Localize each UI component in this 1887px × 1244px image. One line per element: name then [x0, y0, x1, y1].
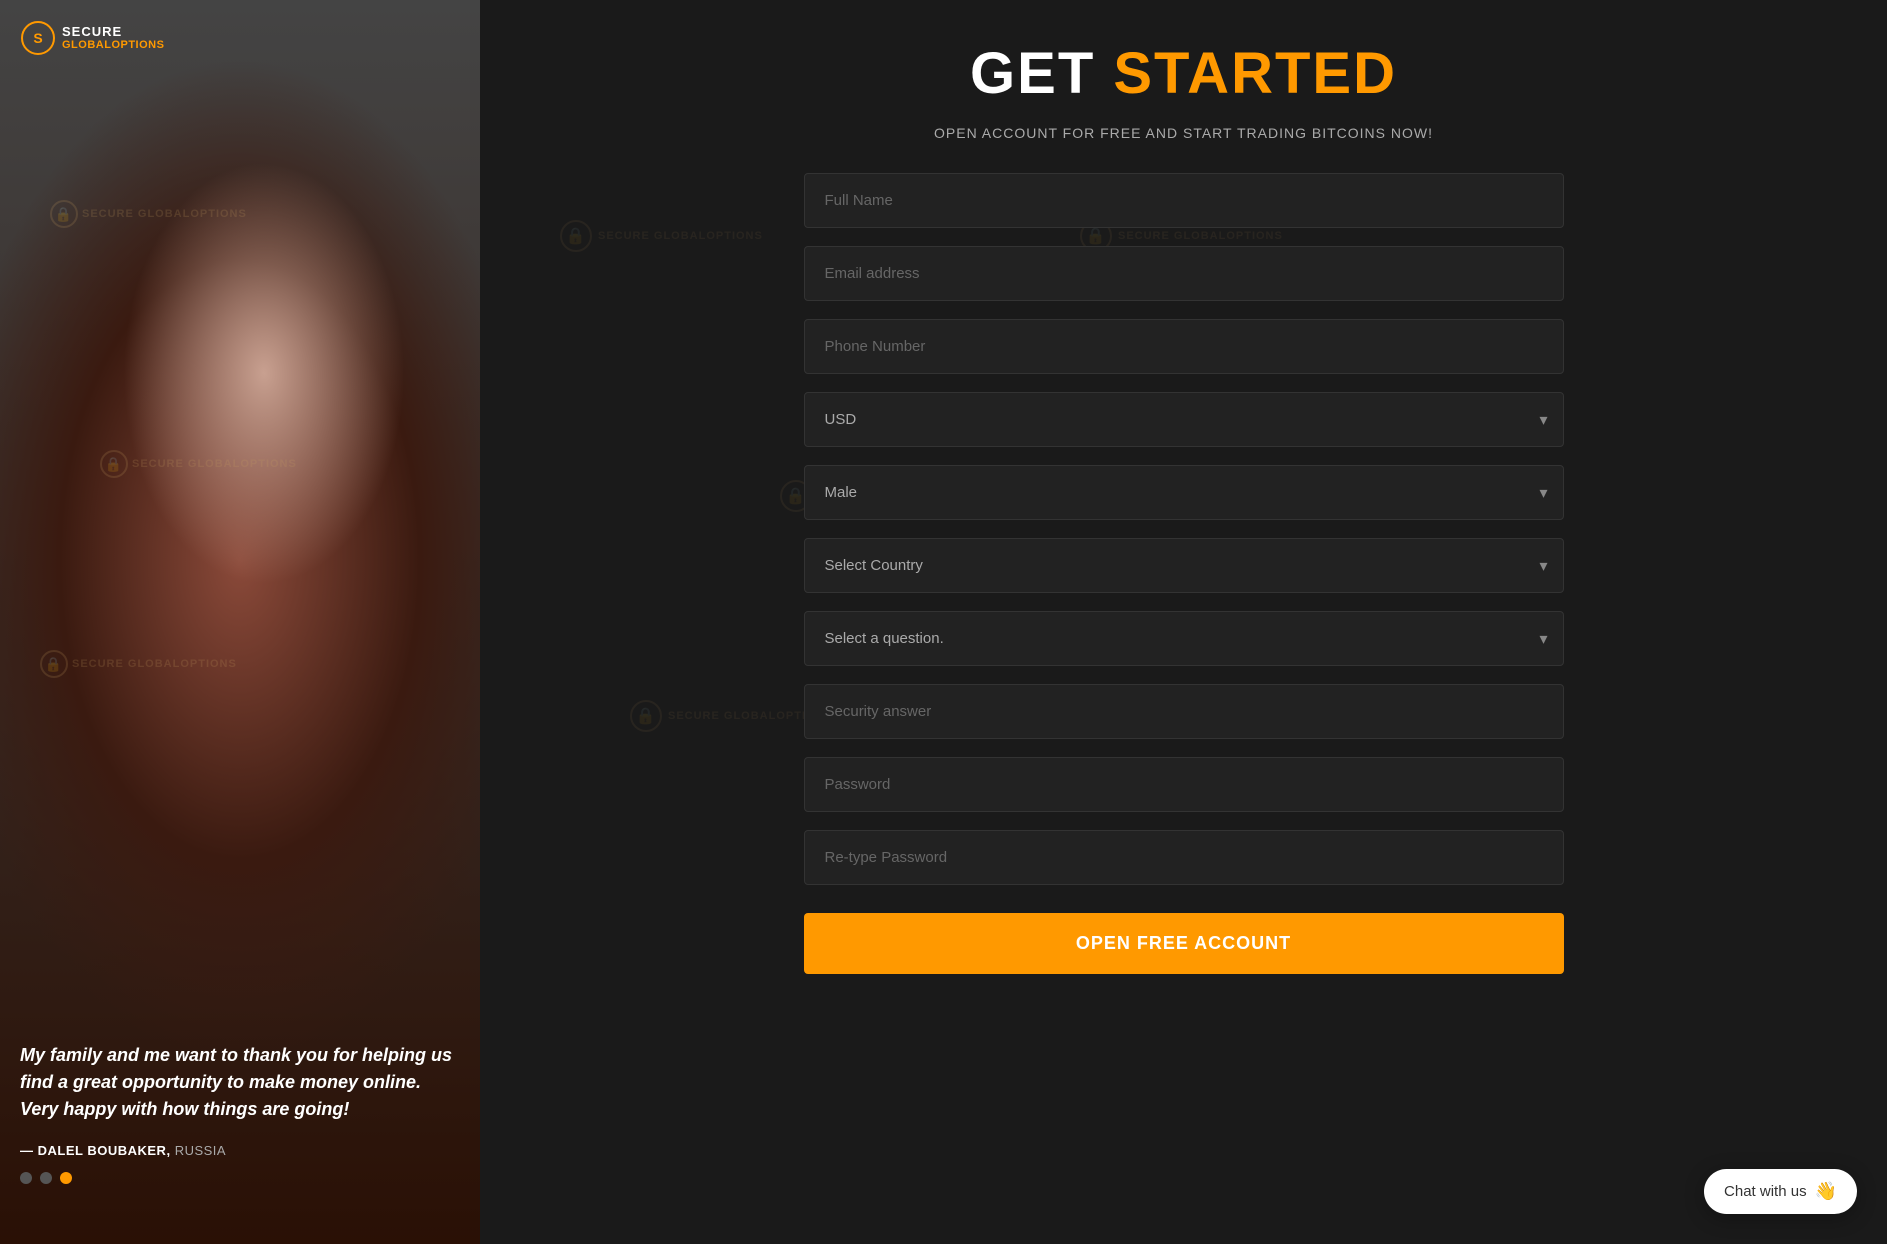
testimonial-author: — DALEL BOUBAKER, RUSSIA: [20, 1143, 460, 1158]
right-panel: 🔒 SECURE GLOBALOPTIONS 🔒 SECURE GLOBALOP…: [480, 0, 1887, 1244]
dot-3[interactable]: [60, 1172, 72, 1184]
dot-1[interactable]: [20, 1172, 32, 1184]
title-started: STARTED: [1113, 41, 1397, 106]
testimonial-dots: [20, 1172, 460, 1184]
logo-icon: S: [20, 20, 56, 56]
gender-field: Male Female Other: [804, 465, 1564, 520]
dot-2[interactable]: [40, 1172, 52, 1184]
submit-button[interactable]: OPEN FREE ACCOUNT: [804, 913, 1564, 974]
retype-password-input[interactable]: [804, 830, 1564, 885]
currency-field: USD EUR GBP BTC: [804, 392, 1564, 447]
phone-input[interactable]: [804, 319, 1564, 374]
testimonial-area: My family and me want to thank you for h…: [20, 1042, 460, 1184]
logo-secure: SECURE: [62, 25, 164, 39]
left-panel: 🔒 SECURE GLOBALOPTIONS 🔒 SECURE GLOBALOP…: [0, 0, 480, 1244]
testimonial-country: RUSSIA: [175, 1143, 226, 1158]
rwm-text: SECURE GLOBALOPTIONS: [598, 230, 763, 242]
page-subtitle: OPEN ACCOUNT FOR FREE AND START TRADING …: [804, 125, 1564, 141]
security-question-field: Select a question. What is your mother's…: [804, 611, 1564, 666]
svg-text:S: S: [33, 30, 42, 46]
email-field: [804, 246, 1564, 301]
password-field: [804, 757, 1564, 812]
country-select[interactable]: Select Country United States United King…: [804, 538, 1564, 593]
password-input[interactable]: [804, 757, 1564, 812]
page-title: GET STARTED: [804, 40, 1564, 107]
security-answer-field: [804, 684, 1564, 739]
country-field: Select Country United States United King…: [804, 538, 1564, 593]
testimonial-text: My family and me want to thank you for h…: [20, 1042, 460, 1123]
currency-select[interactable]: USD EUR GBP BTC: [804, 392, 1564, 447]
phone-field: [804, 319, 1564, 374]
form-container: GET STARTED OPEN ACCOUNT FOR FREE AND ST…: [804, 40, 1564, 974]
rwm-icon: 🔒: [630, 700, 662, 732]
email-input[interactable]: [804, 246, 1564, 301]
rwm-icon: 🔒: [560, 220, 592, 252]
title-get: GET: [970, 41, 1113, 106]
full-name-field: [804, 173, 1564, 228]
logo-global: GLOBALOPTIONS: [62, 39, 164, 51]
chat-label: Chat with us: [1724, 1183, 1807, 1200]
logo-area: S SECURE GLOBALOPTIONS: [20, 20, 164, 56]
gender-select[interactable]: Male Female Other: [804, 465, 1564, 520]
retype-password-field: [804, 830, 1564, 885]
logo-text: SECURE GLOBALOPTIONS: [62, 25, 164, 51]
chat-emoji-icon: 👋: [1815, 1181, 1837, 1202]
security-question-select[interactable]: Select a question. What is your mother's…: [804, 611, 1564, 666]
full-name-input[interactable]: [804, 173, 1564, 228]
security-answer-input[interactable]: [804, 684, 1564, 739]
chat-widget[interactable]: Chat with us 👋: [1704, 1169, 1857, 1214]
